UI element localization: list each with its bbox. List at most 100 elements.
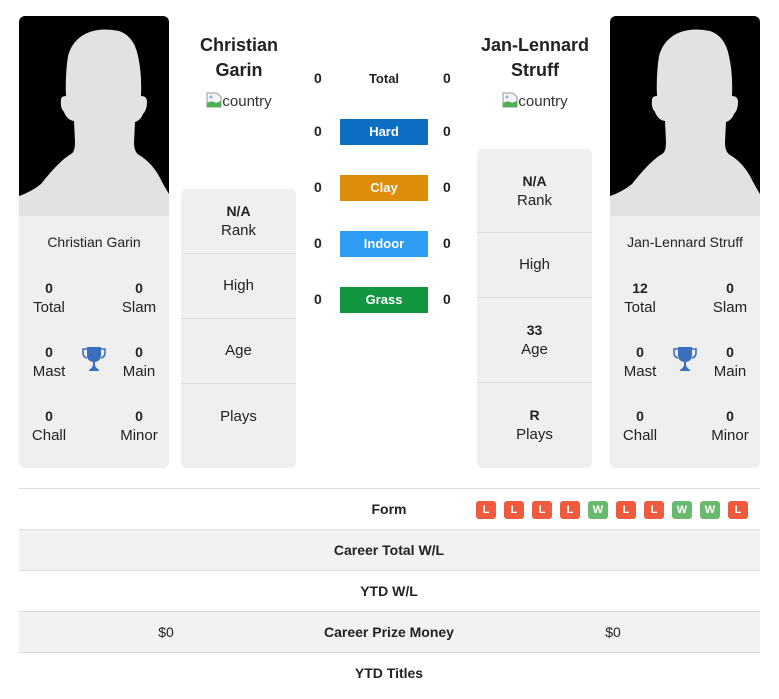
titles-chall-value: 0 <box>636 408 644 424</box>
row-ytd-titles: YTD Titles <box>19 653 760 694</box>
form-loss-badge[interactable]: L <box>728 501 748 519</box>
silhouette-icon <box>610 29 760 216</box>
form-loss-badge[interactable]: L <box>560 501 580 519</box>
h2h-row-grass: 0 Grass 0 <box>300 287 470 315</box>
titles-chall-label: Chall <box>622 427 658 444</box>
form-win-badge[interactable]: W <box>672 501 692 519</box>
titles-total-right: 12 Total <box>610 278 670 318</box>
player-title-right-line1: Jan-Lennard <box>480 35 590 55</box>
player-title-right-line2: Struff <box>511 60 559 80</box>
row-career-total-wl: Career Total W/L <box>19 530 760 571</box>
player-title-left[interactable]: Christian Garin <box>174 33 304 83</box>
info-rank-left: N/A Rank <box>181 189 296 254</box>
titles-main-label: Main <box>713 363 747 380</box>
titles-main-left: 0 Main <box>109 342 169 382</box>
info-high-right: High <box>477 233 592 298</box>
surface-clay-badge[interactable]: Clay <box>340 175 428 201</box>
h2h-hard-right: 0 <box>443 123 451 139</box>
h2h-indoor-left: 0 <box>314 235 322 251</box>
titles-minor-label: Minor <box>120 427 158 444</box>
country-flag-left: country <box>174 92 304 110</box>
h2h-hard-left: 0 <box>314 123 322 139</box>
career-total-wl-label: Career Total W/L <box>333 542 445 558</box>
age-label: Age <box>521 341 548 358</box>
titles-mast-right: 0 Mast <box>610 342 670 382</box>
player-name-right: Jan-Lennard Struff <box>627 234 743 250</box>
titles-main-label: Main <box>122 363 156 380</box>
h2h-clay-left: 0 <box>314 179 322 195</box>
titles-minor-left: 0 Minor <box>109 406 169 446</box>
player-title-left-line1: Christian <box>199 35 278 55</box>
h2h-row-clay: 0 Clay 0 <box>300 175 470 203</box>
titles-mast-label: Mast <box>32 363 66 380</box>
form-badges-right: LLLLWLLWWL <box>476 501 748 519</box>
player-name-left: Christian Garin <box>47 234 141 250</box>
form-win-badge[interactable]: W <box>700 501 720 519</box>
form-loss-badge[interactable]: L <box>532 501 552 519</box>
titles-slam-value: 0 <box>135 280 143 296</box>
titles-chall-left: 0 Chall <box>19 406 79 446</box>
h2h-total-label: Total <box>368 71 400 86</box>
info-plays-left: Plays <box>181 384 296 449</box>
prize-money-right: $0 <box>605 624 621 640</box>
info-plays-right: R Plays <box>477 383 592 467</box>
titles-mast-value: 0 <box>636 344 644 360</box>
surface-hard-badge[interactable]: Hard <box>340 119 428 145</box>
rank-label: Rank <box>516 191 553 209</box>
h2h-row-hard: 0 Hard 0 <box>300 119 470 147</box>
titles-minor-right: 0 Minor <box>700 406 760 446</box>
player-title-right[interactable]: Jan-Lennard Struff <box>470 33 600 83</box>
player-info-left: N/A Rank High Age Plays <box>181 189 296 468</box>
age-label: Age <box>225 342 252 359</box>
prize-money-left: $0 <box>158 624 174 640</box>
info-age-left: Age <box>181 319 296 384</box>
form-loss-badge[interactable]: L <box>616 501 636 519</box>
form-win-badge[interactable]: W <box>588 501 608 519</box>
titles-slam-left: 0 Slam <box>109 278 169 318</box>
info-high-left: High <box>181 254 296 319</box>
titles-mast-label: Mast <box>623 363 657 380</box>
surface-indoor-badge[interactable]: Indoor <box>340 231 428 257</box>
player-card-right: Jan-Lennard Struff 12 Total 0 Slam 0 Mas… <box>610 16 760 468</box>
surface-grass-badge[interactable]: Grass <box>340 287 428 313</box>
titles-slam-right: 0 Slam <box>700 278 760 318</box>
titles-minor-label: Minor <box>711 427 749 444</box>
flag-alt-text: country <box>222 93 272 110</box>
titles-slam-value: 0 <box>726 280 734 296</box>
titles-slam-label: Slam <box>121 299 157 316</box>
trophy-icon <box>82 347 106 371</box>
titles-total-left: 0 Total <box>19 278 79 318</box>
player-info-right: N/A Rank High 33 Age R Plays <box>477 149 592 468</box>
player-photo-left <box>19 16 169 216</box>
row-ytd-wl: YTD W/L <box>19 571 760 612</box>
ytd-titles-label: YTD Titles <box>354 665 424 681</box>
h2h-total-right: 0 <box>443 70 451 86</box>
age-value: 33 <box>526 322 543 338</box>
trophy-icon <box>673 347 697 371</box>
h2h-clay-right: 0 <box>443 179 451 195</box>
form-loss-badge[interactable]: L <box>476 501 496 519</box>
titles-minor-value: 0 <box>726 408 734 424</box>
row-career-prize-money: $0 Career Prize Money $0 <box>19 612 760 653</box>
row-form: Form LLLLWLLWWL <box>19 489 760 530</box>
high-label: High <box>519 256 550 273</box>
comparison-table: Form LLLLWLLWWL Career Total W/L YTD W/L… <box>19 488 760 694</box>
player-title-left-line2: Garin <box>215 60 263 80</box>
titles-chall-right: 0 Chall <box>610 406 670 446</box>
titles-mast-left: 0 Mast <box>19 342 79 382</box>
titles-mast-value: 0 <box>45 344 53 360</box>
form-loss-badge[interactable]: L <box>504 501 524 519</box>
titles-chall-value: 0 <box>45 408 53 424</box>
titles-total-value: 0 <box>45 280 53 296</box>
rank-value: N/A <box>226 203 251 219</box>
silhouette-icon <box>19 29 169 216</box>
form-loss-badge[interactable]: L <box>644 501 664 519</box>
prize-money-label: Career Prize Money <box>324 624 454 640</box>
player-card-left: Christian Garin 0 Total 0 Slam 0 Mast 0 … <box>19 16 169 468</box>
broken-image-icon <box>206 92 222 108</box>
plays-label: Plays <box>516 426 553 443</box>
titles-main-right: 0 Main <box>700 342 760 382</box>
form-label: Form <box>371 501 407 517</box>
plays-value: R <box>529 407 540 423</box>
rank-label: Rank <box>220 222 257 239</box>
